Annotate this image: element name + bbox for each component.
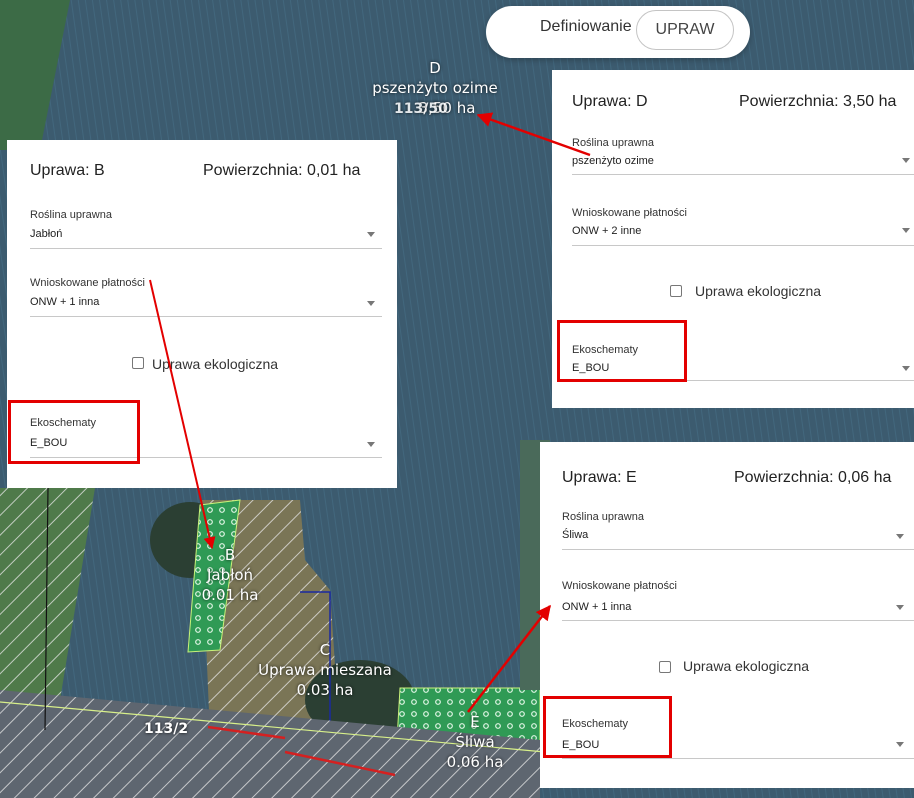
crop-name: Uprawa mieszana	[258, 661, 392, 679]
crop-field-underline	[572, 174, 914, 175]
panel-area: Powierzchnia: 0,01 ha	[203, 162, 361, 179]
chevron-down-icon[interactable]	[902, 158, 910, 163]
panel-area: Powierzchnia: 3,50 ha	[739, 93, 897, 110]
chevron-down-icon[interactable]	[367, 442, 375, 447]
payments-field-underline	[30, 316, 382, 317]
payments-field-value[interactable]: ONW + 1 inna	[562, 601, 631, 613]
crop-area: 0.01 ha	[201, 586, 259, 604]
chevron-down-icon[interactable]	[902, 228, 910, 233]
crop-field-label: Roślina uprawna	[572, 137, 654, 149]
crop-label-c: C Uprawa mieszana 0.03 ha	[250, 640, 400, 700]
chevron-down-icon[interactable]	[896, 742, 904, 747]
organic-checkbox-label[interactable]: Uprawa ekologiczna	[683, 658, 809, 674]
crop-field-underline	[30, 248, 382, 249]
crop-field-value[interactable]: Jabłoń	[30, 228, 62, 240]
chevron-down-icon[interactable]	[367, 301, 375, 306]
crop-label-e: E Śliwa 0.06 ha	[440, 712, 510, 772]
panel-area: Powierzchnia: 0,06 ha	[734, 469, 892, 486]
crop-field-label: Roślina uprawna	[562, 511, 644, 523]
organic-checkbox[interactable]	[659, 661, 671, 673]
crop-letter: C	[319, 641, 331, 659]
panel-title: Uprawa: E	[562, 469, 637, 486]
panel-title: Uprawa: B	[30, 162, 105, 179]
payments-field-label: Wnioskowane płatności	[30, 277, 145, 289]
crop-field-label: Roślina uprawna	[30, 209, 112, 221]
schemes-field-underline	[562, 758, 914, 759]
crop-letter: D	[429, 59, 441, 77]
payments-field-underline	[572, 245, 914, 246]
chevron-down-icon[interactable]	[367, 232, 375, 237]
crop-label-b: B Jabłoń 0.01 ha	[190, 545, 270, 605]
organic-checkbox-label[interactable]: Uprawa ekologiczna	[695, 283, 821, 299]
schemes-highlight-box	[8, 400, 140, 464]
crop-letter: B	[224, 546, 236, 564]
crop-name: Śliwa	[455, 733, 495, 751]
upraw-button[interactable]: UPRAW	[636, 10, 734, 50]
crop-field-value[interactable]: Śliwa	[562, 529, 588, 541]
crop-field-value[interactable]: pszenżyto ozime	[572, 155, 654, 167]
chevron-down-icon[interactable]	[896, 605, 904, 610]
payments-field-value[interactable]: ONW + 1 inna	[30, 296, 99, 308]
crop-field-underline	[562, 549, 914, 550]
organic-checkbox[interactable]	[132, 357, 144, 369]
payments-field-underline	[562, 620, 914, 621]
payments-field-value[interactable]: ONW + 2 inne	[572, 225, 641, 237]
mode-label: Definiowanie	[540, 18, 632, 35]
organic-checkbox[interactable]	[670, 285, 682, 297]
crop-area: 0.06 ha	[446, 753, 504, 771]
crop-letter: E	[470, 713, 480, 731]
schemes-highlight-box	[543, 696, 672, 758]
crop-area: 0.03 ha	[296, 681, 354, 699]
chevron-down-icon[interactable]	[902, 366, 910, 371]
schemes-highlight-box	[557, 320, 687, 382]
organic-checkbox-label[interactable]: Uprawa ekologiczna	[152, 356, 278, 372]
crop-name: pszenżyto ozime	[372, 79, 498, 97]
payments-field-label: Wnioskowane płatności	[572, 207, 687, 219]
payments-field-label: Wnioskowane płatności	[562, 580, 677, 592]
chevron-down-icon[interactable]	[896, 534, 904, 539]
panel-title: Uprawa: D	[572, 93, 648, 110]
parcel-number-113-2: 113/2	[144, 721, 189, 737]
parcel-number-113-50: 113/50	[394, 101, 448, 117]
crop-name: Jabłoń	[206, 566, 254, 584]
